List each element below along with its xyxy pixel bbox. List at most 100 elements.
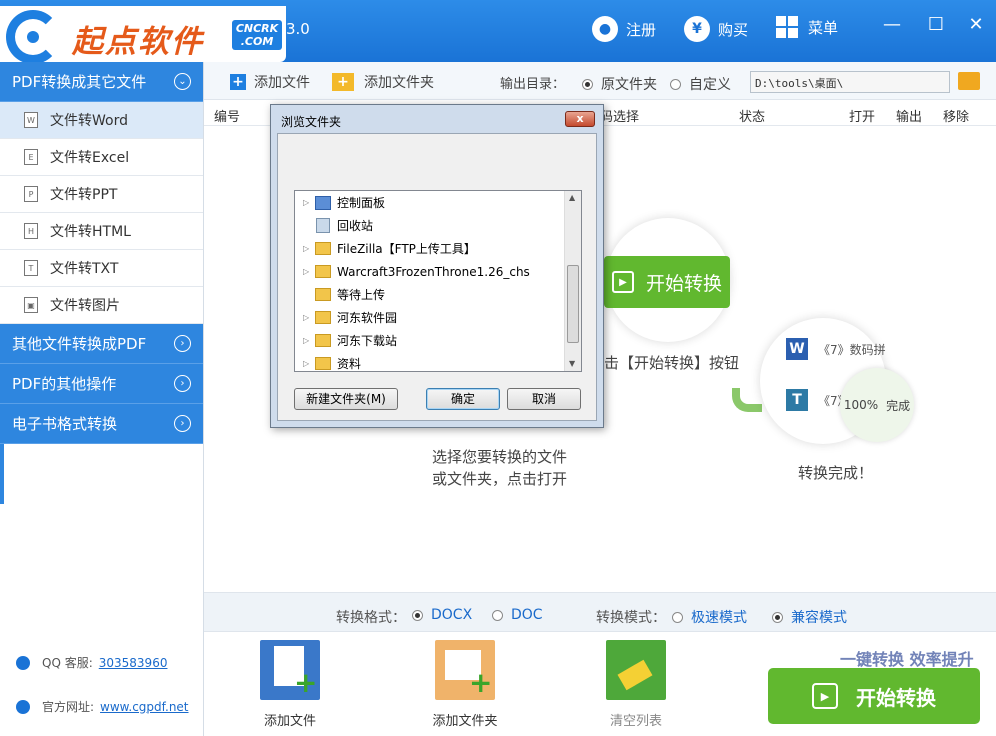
sidebar-section-pdf-to-other[interactable]: PDF转换成其它文件 ⌄ xyxy=(0,62,203,102)
sidebar-section-label: 其他文件转换成PDF xyxy=(12,335,147,353)
minimize-button[interactable]: — xyxy=(880,14,904,35)
sidebar-item-ppt[interactable]: P 文件转PPT xyxy=(0,176,203,213)
maximize-button[interactable]: ☐ xyxy=(924,14,948,35)
output-custom-radio[interactable]: 自定义 xyxy=(670,74,731,94)
menu-button[interactable]: 菜单 xyxy=(776,16,838,38)
sidebar-item-txt[interactable]: T 文件转TXT xyxy=(0,250,203,287)
mode-compat-radio[interactable]: 兼容模式 xyxy=(772,607,847,627)
format-docx-radio[interactable]: DOCX xyxy=(412,607,472,623)
output-original-radio[interactable]: 原文件夹 xyxy=(582,74,657,94)
expand-icon[interactable]: ▷ xyxy=(303,359,313,368)
register-button[interactable]: ● 注册 xyxy=(592,16,656,42)
illustration-start-label: 开始转换 xyxy=(646,272,723,295)
buy-button[interactable]: ¥ 购买 xyxy=(684,16,748,42)
website-label: 官方网址: xyxy=(42,700,95,714)
sidebar-item-excel[interactable]: E 文件转Excel xyxy=(0,139,203,176)
format-docx-label: DOCX xyxy=(431,607,473,623)
qq-label: QQ 客服: xyxy=(42,656,93,670)
illustration-start-pill: ▶ 开始转换 xyxy=(604,256,730,308)
scroll-up-icon[interactable]: ▲ xyxy=(569,193,575,202)
bottom-add-folder-label: 添加文件夹 xyxy=(432,714,498,729)
control-panel-icon xyxy=(315,195,331,210)
tree-item[interactable]: ▷ FileZilla【FTP上传工具】 xyxy=(295,237,581,260)
sidebar-item-image[interactable]: ▣ 文件转图片 xyxy=(0,287,203,324)
add-folder-icon: + xyxy=(435,640,495,700)
clear-list-label: 清空列表 xyxy=(609,714,662,729)
tree-item[interactable]: 等待上传 xyxy=(295,283,581,306)
expand-icon[interactable]: ▷ xyxy=(303,336,313,345)
clear-list-button[interactable]: 清空列表 xyxy=(606,640,666,729)
dialog-ok-button[interactable]: 确定 xyxy=(426,388,500,410)
recycle-bin-icon xyxy=(316,218,330,233)
qq-icon xyxy=(16,655,30,670)
sidebar-item-label: 文件转PPT xyxy=(50,187,118,203)
expand-icon[interactable]: ▷ xyxy=(303,198,313,207)
expand-icon[interactable]: ▷ xyxy=(303,244,313,253)
qq-link[interactable]: 303583960 xyxy=(99,656,168,670)
register-label: 注册 xyxy=(626,20,657,39)
output-custom-label: 自定义 xyxy=(689,77,731,93)
tree-item[interactable]: ▷ 控制面板 xyxy=(295,191,581,214)
expand-icon[interactable]: ▷ xyxy=(303,313,313,322)
dialog-cancel-button[interactable]: 取消 xyxy=(507,388,581,410)
folder-icon xyxy=(315,265,331,278)
tree-item[interactable]: ▷ 河东下载站 xyxy=(295,329,581,352)
tree-item-label: Warcraft3FrozenThrone1.26_chs xyxy=(337,264,530,279)
ppt-file-icon: P xyxy=(24,186,38,202)
browse-folder-icon[interactable] xyxy=(958,72,980,90)
col-select: 码选择 xyxy=(600,110,640,125)
expand-icon[interactable]: ▷ xyxy=(303,267,313,276)
radio-icon xyxy=(670,78,681,90)
hint-click-start: 击【开始转换】按钮 xyxy=(604,354,740,372)
folder-tree[interactable]: ▷ 控制面板 回收站 ▷ FileZilla【FTP上传工具】 ▷ Warcra… xyxy=(294,190,582,372)
tree-item[interactable]: 回收站 xyxy=(295,214,581,237)
radio-icon xyxy=(672,611,683,623)
tree-item-label: 河东软件园 xyxy=(337,311,398,325)
sidebar-section-ebook[interactable]: 电子书格式转换 › xyxy=(0,404,203,444)
new-folder-button[interactable]: 新建文件夹(M) xyxy=(294,388,398,410)
illustration-item-1: 《7》数码拼 xyxy=(818,343,886,357)
start-convert-button[interactable]: ▶ 开始转换 xyxy=(768,668,980,724)
sidebar-section-other-to-pdf[interactable]: 其他文件转换成PDF › xyxy=(0,324,203,364)
sidebar-item-html[interactable]: H 文件转HTML xyxy=(0,213,203,250)
txt-icon: T xyxy=(786,389,808,411)
folder-plus-icon: + xyxy=(332,73,354,91)
radio-icon xyxy=(772,611,783,623)
output-path-field[interactable]: D:\tools\桌面\ xyxy=(750,71,950,93)
tree-scrollbar[interactable]: ▲ ▼ xyxy=(564,191,581,371)
mode-label-text: 转换模式： xyxy=(596,610,666,626)
bottom-add-file-button[interactable]: + 添加文件 xyxy=(258,640,322,729)
dialog-close-button[interactable]: x xyxy=(565,111,595,127)
tree-item[interactable]: ▷ 河东软件园 xyxy=(295,306,581,329)
mode-fast-radio[interactable]: 极速模式 xyxy=(672,607,747,627)
menu-label: 菜单 xyxy=(808,18,839,37)
sidebar-item-label: 文件转图片 xyxy=(50,298,120,314)
folder-icon xyxy=(315,357,331,370)
scroll-down-icon[interactable]: ▼ xyxy=(569,359,575,368)
start-convert-label: 开始转换 xyxy=(856,685,936,710)
format-doc-radio[interactable]: DOC xyxy=(492,607,543,623)
dialog-title: 浏览文件夹 xyxy=(281,115,342,129)
chevron-right-icon: › xyxy=(174,375,191,392)
word-file-icon: W xyxy=(24,112,38,128)
radio-icon xyxy=(492,609,503,621)
sidebar-item-label: 文件转Word xyxy=(50,113,128,129)
scroll-thumb[interactable] xyxy=(567,265,579,343)
toolbar: + 添加文件 + 添加文件夹 输出目录： 原文件夹 自定义 D:\tools\桌… xyxy=(204,62,996,100)
add-file-button[interactable]: + 添加文件 xyxy=(230,72,310,92)
hint-select-line-1: 选择您要转换的文件 xyxy=(432,448,568,466)
sidebar-item-word[interactable]: W 文件转Word xyxy=(0,102,203,139)
sidebar-section-pdf-ops[interactable]: PDF的其他操作 › xyxy=(0,364,203,404)
format-doc-label: DOC xyxy=(511,607,543,623)
format-label-text: 转换格式： xyxy=(336,610,406,626)
add-folder-button[interactable]: + 添加文件夹 xyxy=(332,72,434,92)
bottom-add-folder-button[interactable]: + 添加文件夹 xyxy=(428,640,502,729)
website-link[interactable]: www.cgpdf.net xyxy=(100,700,188,714)
tree-item[interactable]: ▷ Warcraft3FrozenThrone1.26_chs xyxy=(295,260,581,283)
arrow-icon xyxy=(732,388,762,412)
slogan: 一键转换 效率提升 xyxy=(840,650,974,669)
tree-item[interactable]: ▷ 资料 xyxy=(295,352,581,371)
sidebar-item-label: 文件转HTML xyxy=(50,224,131,240)
close-button[interactable]: ✕ xyxy=(964,14,988,35)
col-status: 状态 xyxy=(739,110,766,125)
